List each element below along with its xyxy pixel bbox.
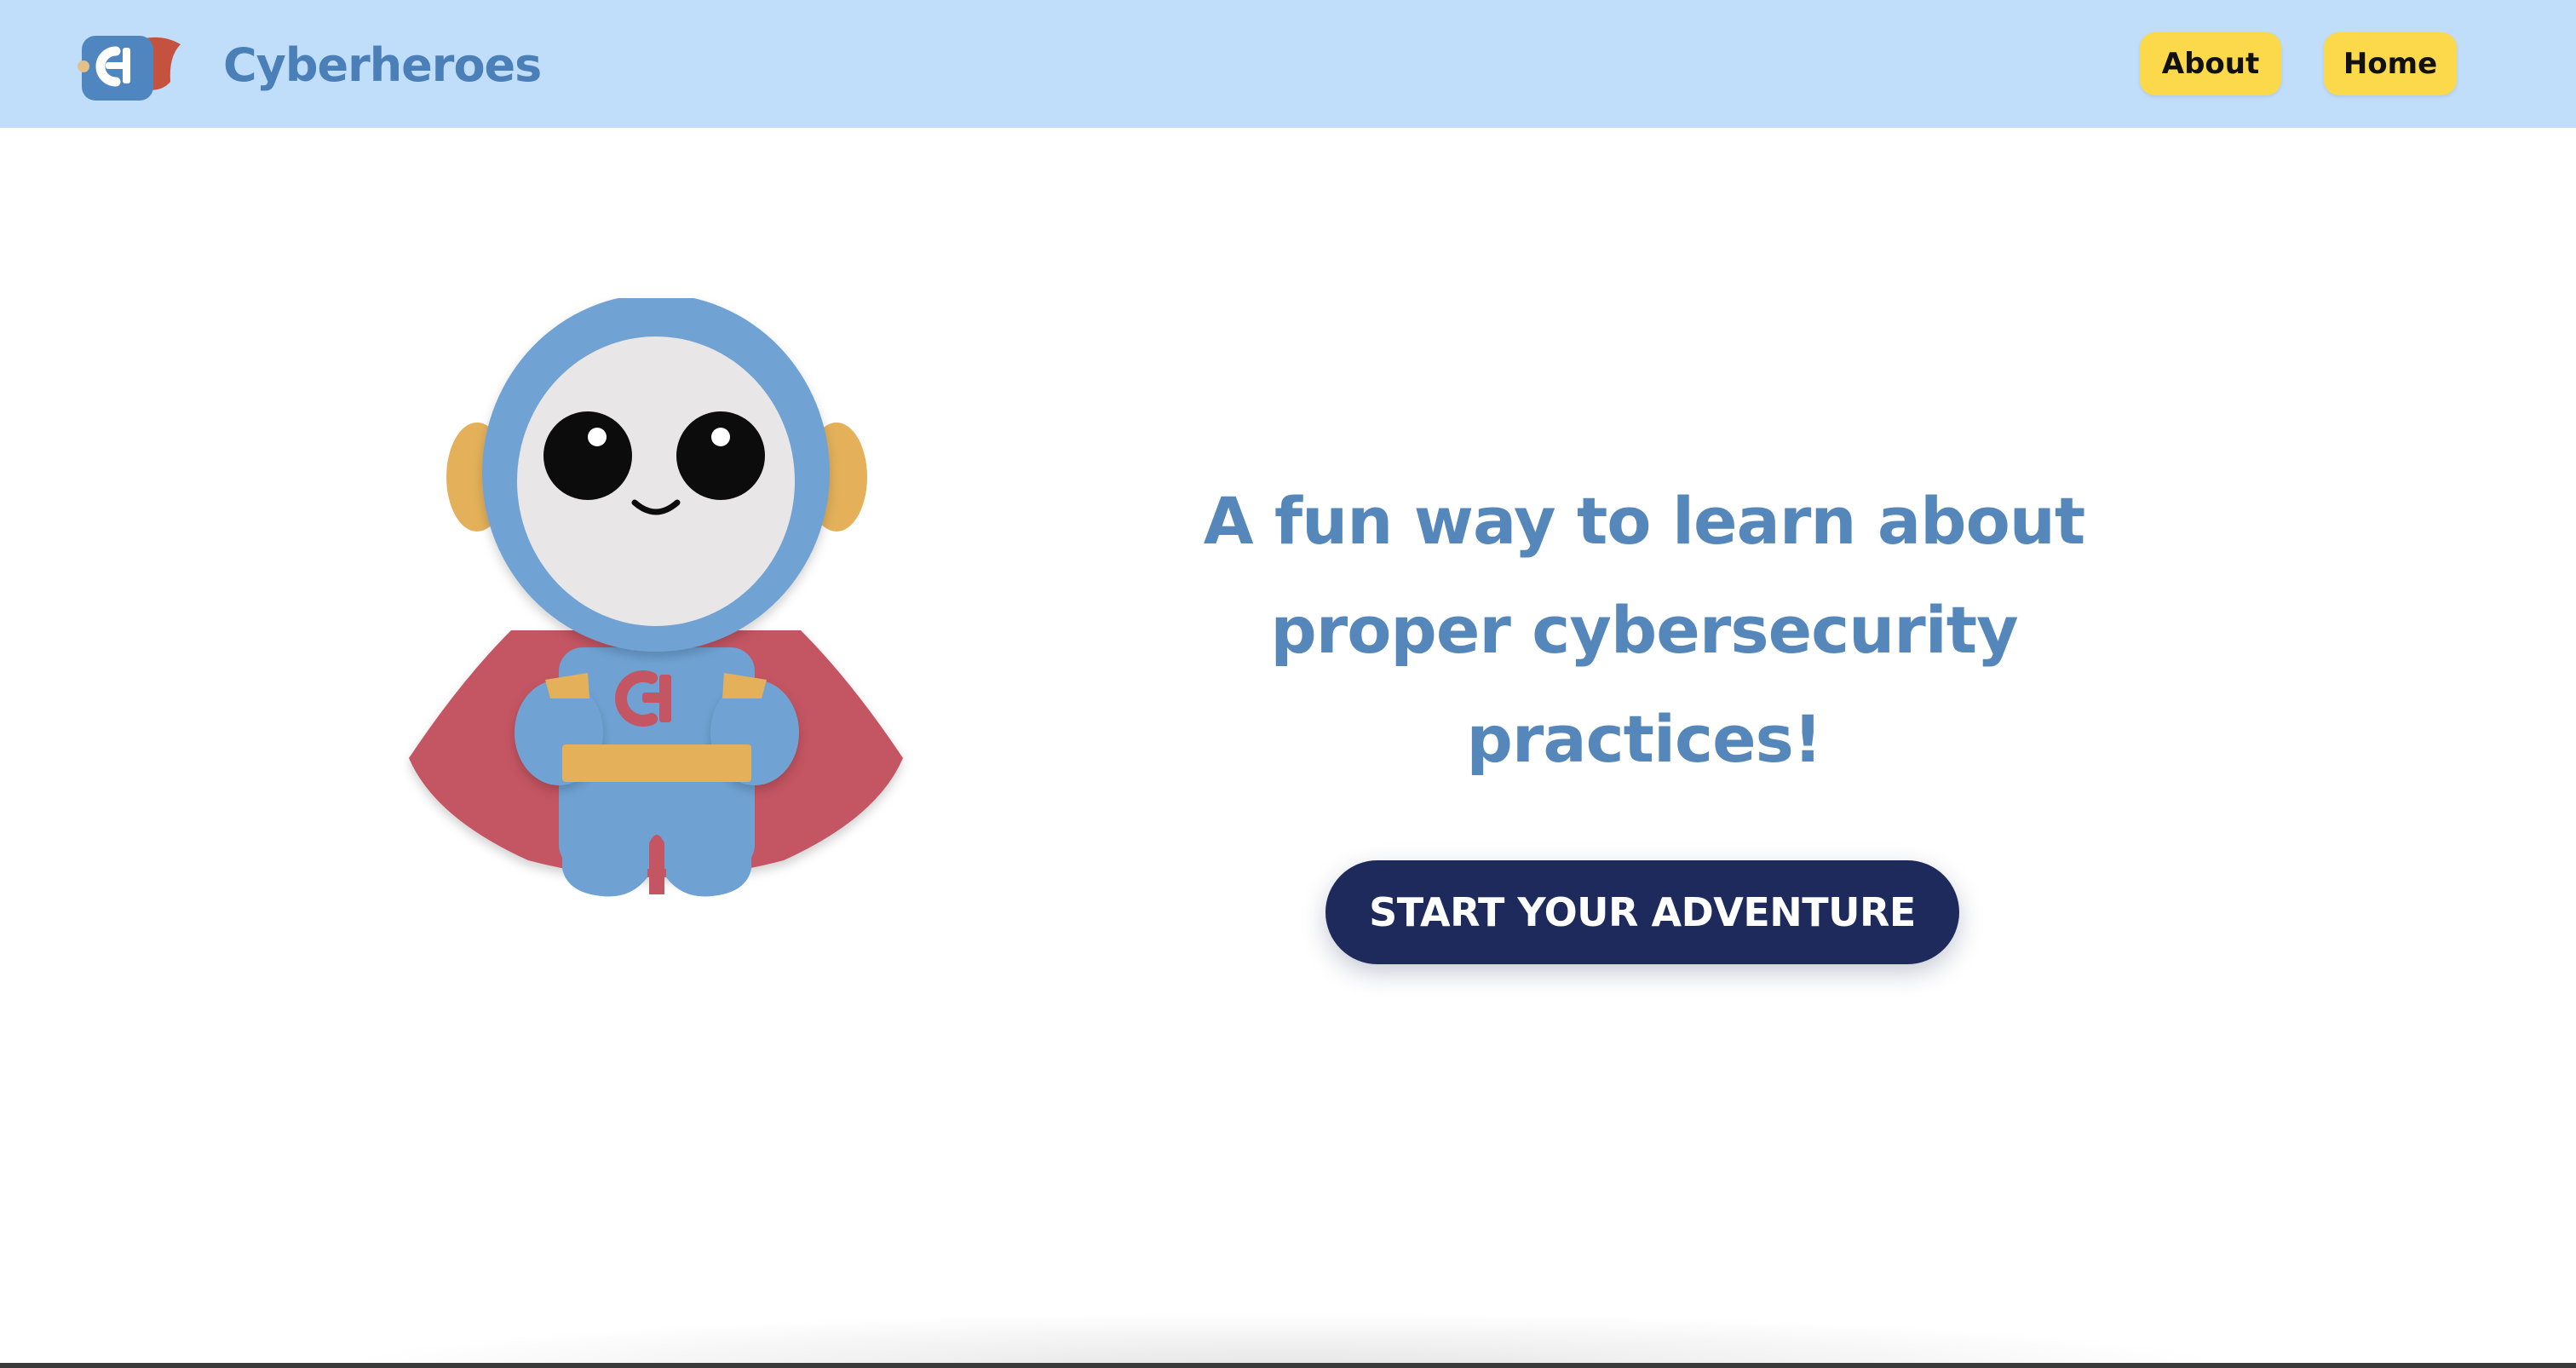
nav-about-button[interactable]: About: [2140, 32, 2281, 95]
cyberheroes-logo-icon: [78, 36, 181, 101]
hero-tagline: A fun way to learn about proper cybersec…: [1203, 483, 2085, 777]
top-navbar: Cyberheroes About Home: [0, 0, 2576, 128]
page: Cyberheroes About Home A fun way to lear…: [0, 0, 2576, 1368]
window-bottom-edge: [0, 1363, 2576, 1368]
brand-name: Cyberheroes: [223, 37, 542, 92]
nav-home-button[interactable]: Home: [2324, 32, 2457, 95]
brand-home-link[interactable]: Cyberheroes: [75, 22, 542, 107]
cyberhero-mascot-icon: [409, 298, 903, 897]
start-adventure-button[interactable]: START YOUR ADVENTURE: [1325, 860, 1959, 964]
footer-shadow: [324, 1312, 2249, 1368]
